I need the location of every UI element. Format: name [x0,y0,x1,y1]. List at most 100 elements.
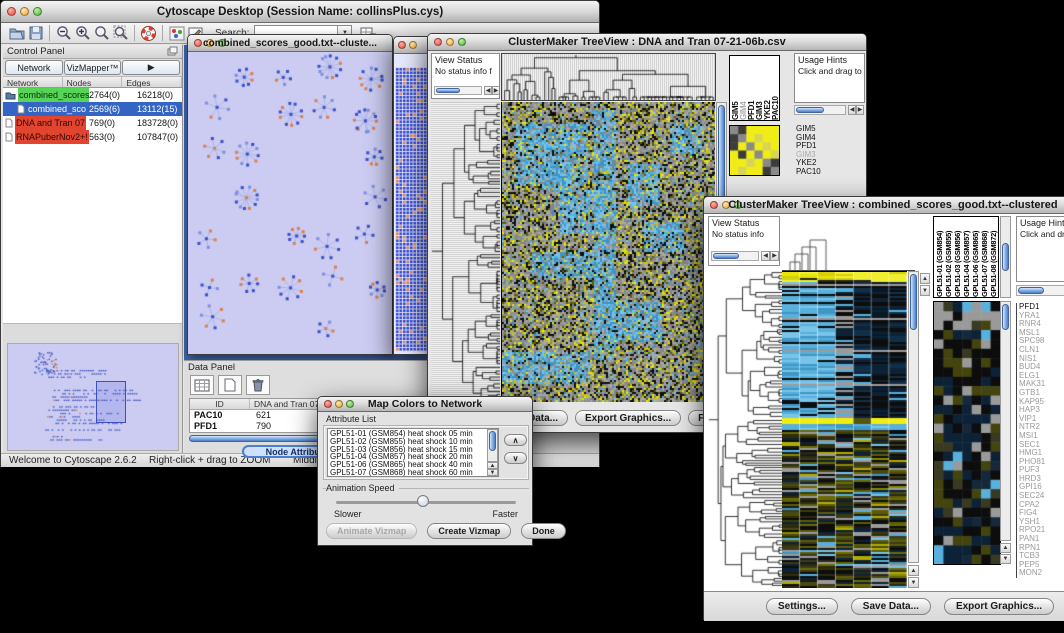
attribute-list-item[interactable]: GPL51-07 (GSM868) heat shock 60 min [330,469,498,477]
gene-label[interactable]: MSL1 [1019,329,1064,338]
scroll-up-icon[interactable]: ▲ [487,462,498,469]
gene-label[interactable]: SPC98 [1019,337,1064,346]
close-button[interactable] [398,41,406,49]
zoom-out-icon[interactable] [54,24,73,42]
column-dendrogram-canvas[interactable] [501,53,716,101]
scroll-down-icon[interactable]: ▼ [1000,554,1011,564]
gene-label[interactable]: RNR4 [1019,320,1064,329]
heatmap-canvas[interactable] [501,102,715,402]
gene-label[interactable]: YSH1 [1019,518,1064,527]
gene-label[interactable]: MAK31 [1019,380,1064,389]
column-label[interactable]: GIM3 [755,58,763,120]
control-panel-tab[interactable]: VizMapper™ [64,60,122,75]
attribute-table-icon[interactable] [190,375,214,395]
column-label[interactable]: PFD1 [747,58,755,120]
attribute-list-vscrollbar[interactable] [487,429,498,462]
network-view-2-titlebar[interactable] [394,37,428,54]
float-panel-icon[interactable] [167,43,178,61]
window-network-view-2[interactable] [393,36,429,355]
gene-label[interactable]: BUD4 [1019,363,1064,372]
gene-label[interactable]: PUF3 [1019,466,1064,475]
gene-label[interactable]: PHO81 [1019,458,1064,467]
scroll-up-icon[interactable]: ▲ [908,565,919,576]
gene-label[interactable]: NIS1 [1019,355,1064,364]
scroll-right-icon[interactable]: ▶ [770,251,779,261]
vizmapper-icon[interactable] [167,24,186,42]
gene-label[interactable]: HMG1 [1019,449,1064,458]
gene-label[interactable]: ELG1 [1019,372,1064,381]
gene-label[interactable]: SEC24 [1019,492,1064,501]
column-header[interactable]: Nodes [63,77,123,87]
column-label[interactable]: GIM5 [731,58,739,120]
scroll-down-icon[interactable]: ▼ [920,285,930,296]
zoom-fit-icon[interactable] [111,24,130,42]
gene-label[interactable]: PFD1 [1019,303,1064,312]
column-label[interactable]: GPL51-08 (GSM872) [989,219,998,297]
window-treeview-combined[interactable]: ClusterMaker TreeView : combined_scores_… [703,196,1064,620]
network-row[interactable]: DNA and Tran 07 769(0) 183728(0) [3,116,182,130]
gene-label[interactable]: TCB3 [1019,552,1064,561]
row-dendrogram-canvas[interactable] [708,271,782,587]
scroll-up-icon[interactable]: ▲ [920,273,930,284]
dialog-button[interactable]: Create Vizmap [427,523,511,539]
usage-hints-hscrollbar[interactable] [1016,285,1064,296]
gene-label[interactable]: RPN1 [1019,544,1064,553]
column-header[interactable]: Edges [122,77,182,87]
scroll-up-icon[interactable]: ▲ [1000,543,1011,553]
treeview-button[interactable]: Export Graphics... [575,410,681,426]
network-overview-canvas[interactable] [8,344,178,450]
network-graph-canvas[interactable] [188,52,392,354]
save-icon[interactable] [26,24,45,42]
gene-label[interactable]: GPI16 [1019,483,1064,492]
labels-vscrollbar[interactable] [1000,216,1011,298]
move-up-button[interactable]: ∧ [504,434,527,446]
gene-label[interactable]: FIG4 [1019,509,1064,518]
column-label[interactable]: GPL51-04 (GSM857) [962,219,971,297]
column-label[interactable]: GPL51-07 (GSM868) [980,219,989,297]
detail-heatmap-canvas[interactable] [933,301,1001,565]
open-folder-icon[interactable] [7,24,26,42]
control-panel-tab[interactable]: ▶ [122,60,180,75]
window-network-view[interactable]: combined_scores_good.txt--cluste... [187,34,393,355]
gene-label[interactable]: YRA1 [1019,312,1064,321]
view-status-hscrollbar[interactable] [711,251,759,261]
new-attribute-icon[interactable] [218,375,242,395]
gene-label[interactable]: PFD1 [796,142,840,151]
usage-hints-hscrollbar[interactable] [794,105,846,115]
gene-label[interactable]: MON2 [1019,569,1064,578]
network-row[interactable]: RNAPuberNov2+! 563(0) 107847(0) [3,130,182,144]
network-view-titlebar[interactable]: combined_scores_good.txt--cluste... [188,35,392,52]
heatmap-canvas[interactable] [782,271,907,588]
control-panel-tab[interactable]: Network [5,60,63,75]
view-status-hscrollbar[interactable] [434,86,482,95]
network-row[interactable]: combined_scores 2764(0) 16218(0) [3,88,182,102]
gene-label[interactable]: PAC10 [796,168,840,177]
scroll-right-icon[interactable]: ▶ [492,86,500,95]
column-label[interactable]: GPL51-03 (GSM856) [953,219,962,297]
gene-label[interactable]: GIM4 [796,134,840,143]
zoom-in-icon[interactable] [73,24,92,42]
overview-selection-rect[interactable] [96,381,126,423]
help-lifesaver-icon[interactable] [139,24,158,42]
move-down-button[interactable]: ∨ [504,452,527,464]
dialog-titlebar[interactable]: Map Colors to Network [318,397,532,412]
column-label[interactable]: GPL51-02 (GSM855) [944,219,953,297]
network-row[interactable]: combined_sco 2569(6) 13112(15) [3,102,182,116]
dialog-map-colors[interactable]: Map Colors to Network Attribute List GPL… [317,396,533,546]
column-label[interactable]: PAC10 [771,58,779,120]
gene-label[interactable]: RPO21 [1019,526,1064,535]
delete-attribute-trash-icon[interactable] [246,375,270,395]
column-header[interactable]: Network [3,77,63,87]
scroll-left-icon[interactable]: ◀ [761,251,770,261]
gene-label[interactable]: HAP3 [1019,406,1064,415]
gene-label[interactable]: PEP5 [1019,561,1064,570]
column-label[interactable]: YKE2 [763,58,771,120]
column-dendrogram-canvas[interactable] [782,216,915,271]
column-header-id[interactable]: ID [190,399,250,409]
gene-label[interactable]: CPA2 [1019,501,1064,510]
slider-thumb[interactable] [417,495,429,507]
gene-label[interactable]: GIM5 [796,125,840,134]
row-dendrogram-canvas[interactable] [431,102,500,402]
main-titlebar[interactable]: Cytoscape Desktop (Session Name: collins… [1,1,599,23]
treeview-button[interactable]: Save Data... [851,598,931,615]
